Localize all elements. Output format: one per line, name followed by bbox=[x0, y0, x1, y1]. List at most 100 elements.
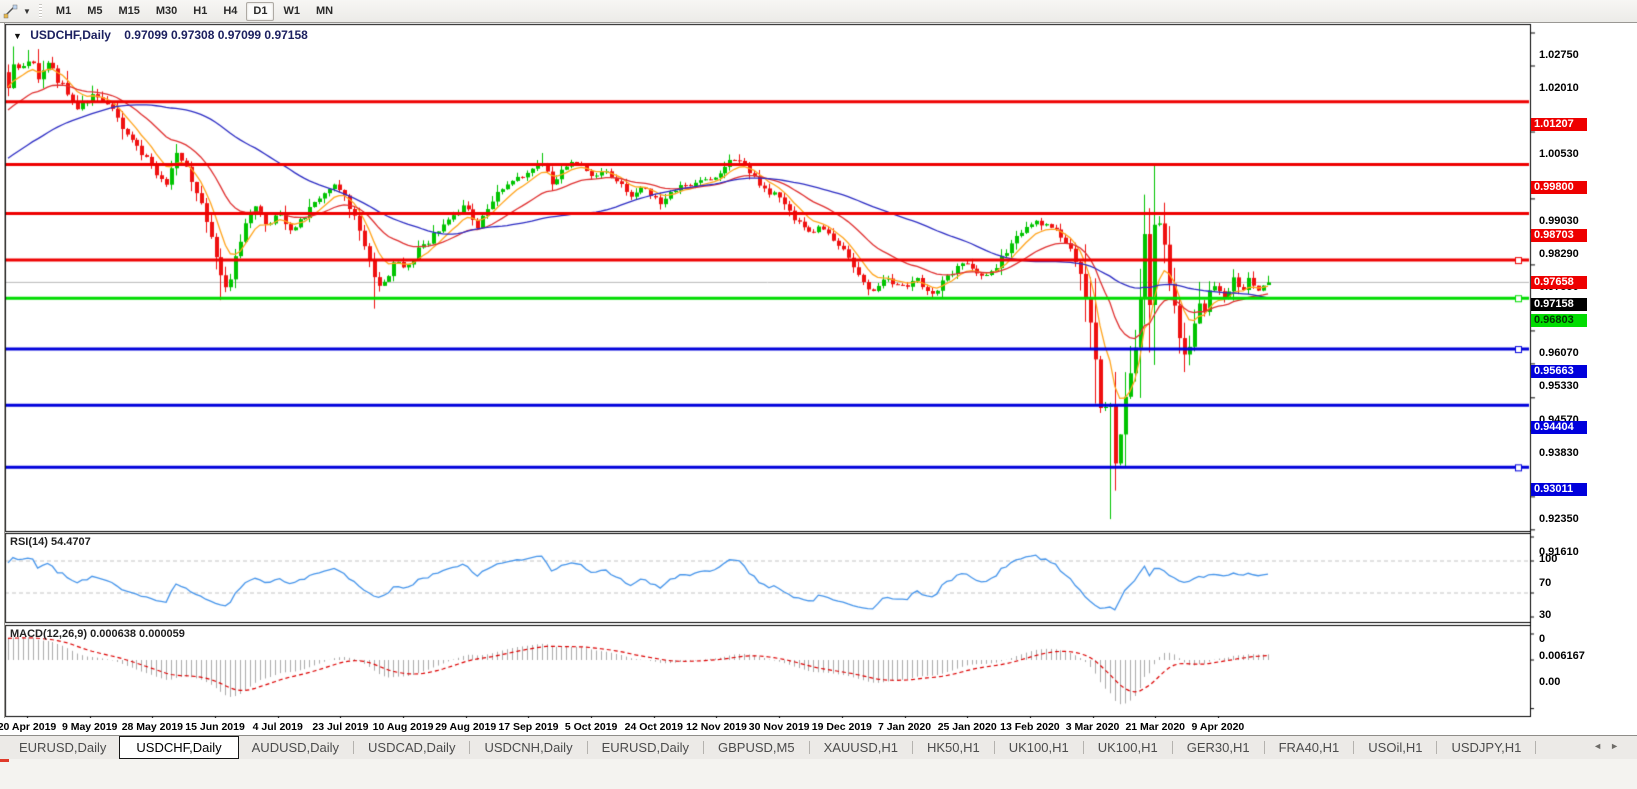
hline-price-label[interactable]: 0.96803 bbox=[1531, 314, 1587, 327]
timeframe-button-d1[interactable]: D1 bbox=[246, 2, 274, 21]
tab-scroll-right-icon[interactable]: ► bbox=[1610, 741, 1627, 751]
hline-price-label[interactable]: 0.97658 bbox=[1531, 276, 1587, 289]
tab-separator bbox=[1535, 741, 1536, 754]
price-tick-label: 1.02750 bbox=[1539, 49, 1579, 61]
date-tick-label: 17 Sep 2019 bbox=[498, 721, 558, 733]
symbol-tab-8[interactable]: HK50,H1 bbox=[914, 738, 993, 757]
price-tick-label: 0.96070 bbox=[1539, 347, 1579, 359]
ohlc-values: 0.97099 0.97308 0.97099 0.97158 bbox=[124, 28, 308, 42]
timeframe-button-mn[interactable]: MN bbox=[309, 2, 340, 21]
symbol-period-label: USDCHF,Daily bbox=[30, 28, 111, 42]
hline-price-label[interactable]: 0.99800 bbox=[1531, 181, 1587, 194]
date-tick-label: 7 Jan 2020 bbox=[878, 721, 931, 733]
hline-price-label[interactable]: 0.95663 bbox=[1531, 365, 1587, 378]
symbol-tab-7[interactable]: XAUUSD,H1 bbox=[811, 738, 911, 757]
tab-separator bbox=[809, 741, 810, 754]
date-tick-label: 23 Jul 2019 bbox=[312, 721, 368, 733]
date-tick-label: 3 Mar 2020 bbox=[1066, 721, 1120, 733]
rsi-indicator-label: RSI(14) 54.4707 bbox=[10, 536, 91, 548]
price-tick-label: 0.92350 bbox=[1539, 513, 1579, 525]
rsi-tick-label: 100 bbox=[1539, 553, 1557, 565]
timeframe-button-m5[interactable]: M5 bbox=[80, 2, 109, 21]
hline-price-label[interactable]: 0.94404 bbox=[1531, 421, 1587, 434]
timeframe-button-h4[interactable]: H4 bbox=[216, 2, 244, 21]
date-tick-label: 19 Dec 2019 bbox=[812, 721, 872, 733]
rsi-tick-label: 0 bbox=[1539, 633, 1545, 645]
chart-window: ▼ USDCHF,Daily 0.97099 0.97308 0.97099 0… bbox=[0, 23, 1637, 765]
tab-separator bbox=[1353, 741, 1354, 754]
macd-tick-label: 0.00 bbox=[1539, 676, 1560, 688]
symbol-tab-1[interactable]: USDCHF,Daily bbox=[119, 736, 238, 759]
tab-scroll-arrows[interactable]: ◄► bbox=[1593, 741, 1627, 751]
hline-price-label[interactable]: 0.93011 bbox=[1531, 483, 1587, 496]
current-price-label: 0.97158 bbox=[1531, 298, 1587, 311]
price-tick-label: 1.02010 bbox=[1539, 82, 1579, 94]
tab-separator bbox=[912, 741, 913, 754]
tab-separator bbox=[1172, 741, 1173, 754]
timeframe-button-m30[interactable]: M30 bbox=[149, 2, 184, 21]
status-strip bbox=[0, 758, 1637, 789]
tab-separator bbox=[1264, 741, 1265, 754]
date-tick-label: 29 Aug 2019 bbox=[435, 721, 496, 733]
price-tick-label: 0.98290 bbox=[1539, 248, 1579, 260]
symbol-tab-12[interactable]: FRA40,H1 bbox=[1266, 738, 1353, 757]
caret-down-icon[interactable]: ▼ bbox=[23, 7, 31, 16]
price-tick-label: 0.99030 bbox=[1539, 215, 1579, 227]
date-tick-label: 13 Feb 2020 bbox=[1000, 721, 1060, 733]
symbol-tab-6[interactable]: GBPUSD,M5 bbox=[705, 738, 808, 757]
date-tick-label: 24 Oct 2019 bbox=[625, 721, 683, 733]
symbol-tab-5[interactable]: EURUSD,Daily bbox=[589, 738, 702, 757]
symbol-tab-0[interactable]: EURUSD,Daily bbox=[6, 738, 119, 757]
symbol-tab-2[interactable]: AUDUSD,Daily bbox=[239, 738, 352, 757]
price-tick-label: 0.93830 bbox=[1539, 447, 1579, 459]
date-tick-label: 10 Aug 2019 bbox=[373, 721, 434, 733]
price-tick-label: 1.00530 bbox=[1539, 148, 1579, 160]
window-left-border bbox=[4, 23, 5, 765]
date-axis[interactable]: 20 Apr 2019 9 May 2019 28 May 201915 Jun 2… bbox=[0, 718, 1637, 735]
timeframe-button-m15[interactable]: M15 bbox=[111, 2, 146, 21]
chart-canvas[interactable] bbox=[0, 23, 1637, 765]
tab-scroll-left-icon[interactable]: ◄ bbox=[1593, 741, 1610, 751]
hline-price-label[interactable]: 1.01207 bbox=[1531, 118, 1587, 131]
date-tick-label: 25 Jan 2020 bbox=[938, 721, 997, 733]
symbol-tab-4[interactable]: USDCNH,Daily bbox=[471, 738, 585, 757]
status-marker bbox=[0, 759, 9, 762]
symbol-tab-13[interactable]: USOil,H1 bbox=[1355, 738, 1435, 757]
date-tick-label: 28 May 2019 bbox=[122, 721, 183, 733]
chart-tab-bar: EURUSD,DailyUSDCHF,DailyAUDUSD,DailyUSDC… bbox=[0, 735, 1637, 759]
tab-separator bbox=[587, 741, 588, 754]
timeframe-button-h1[interactable]: H1 bbox=[186, 2, 214, 21]
tab-separator bbox=[994, 741, 995, 754]
date-tick-label: 20 Apr 2019 bbox=[0, 721, 56, 733]
symbol-tab-11[interactable]: GER30,H1 bbox=[1174, 738, 1263, 757]
chart-title: ▼ USDCHF,Daily 0.97099 0.97308 0.97099 0… bbox=[13, 28, 308, 42]
date-tick-label: 4 Jul 2019 bbox=[253, 721, 303, 733]
symbol-tab-10[interactable]: UK100,H1 bbox=[1085, 738, 1171, 757]
rsi-tick-label: 30 bbox=[1539, 609, 1551, 621]
tab-separator bbox=[353, 741, 354, 754]
timeframe-button-w1[interactable]: W1 bbox=[276, 2, 307, 21]
tab-separator bbox=[469, 741, 470, 754]
date-tick-label: 12 Nov 2019 bbox=[686, 721, 747, 733]
date-tick-label: 5 Oct 2019 bbox=[565, 721, 618, 733]
symbol-tab-14[interactable]: USDJPY,H1 bbox=[1438, 738, 1534, 757]
tab-separator bbox=[1436, 741, 1437, 754]
date-tick-label: 15 Jun 2019 bbox=[185, 721, 245, 733]
price-tick-label: 0.95330 bbox=[1539, 380, 1579, 392]
timeframe-button-m1[interactable]: M1 bbox=[49, 2, 78, 21]
symbol-tab-3[interactable]: USDCAD,Daily bbox=[355, 738, 468, 757]
tab-separator bbox=[703, 741, 704, 754]
symbol-tab-9[interactable]: UK100,H1 bbox=[996, 738, 1082, 757]
date-tick-label: 9 May 2019 bbox=[62, 721, 117, 733]
rsi-tick-label: 70 bbox=[1539, 577, 1551, 589]
top-toolbar: ▼ M1M5M15M30H1H4D1W1MN bbox=[0, 0, 1637, 23]
toolbar-grip-handle[interactable] bbox=[39, 4, 42, 18]
collapse-indicator-icon[interactable]: ▼ bbox=[13, 31, 22, 41]
timeframe-button-group: M1M5M15M30H1H4D1W1MN bbox=[48, 2, 341, 21]
date-tick-label: 21 Mar 2020 bbox=[1125, 721, 1185, 733]
draw-tool-icon[interactable] bbox=[3, 3, 23, 19]
mt4-terminal: { "toolbar": { "timeframes": ["M1","M5",… bbox=[0, 0, 1637, 765]
date-tick-label: 9 Apr 2020 bbox=[1192, 721, 1245, 733]
macd-tick-label: 0.006167 bbox=[1539, 650, 1585, 662]
hline-price-label[interactable]: 0.98703 bbox=[1531, 229, 1587, 242]
